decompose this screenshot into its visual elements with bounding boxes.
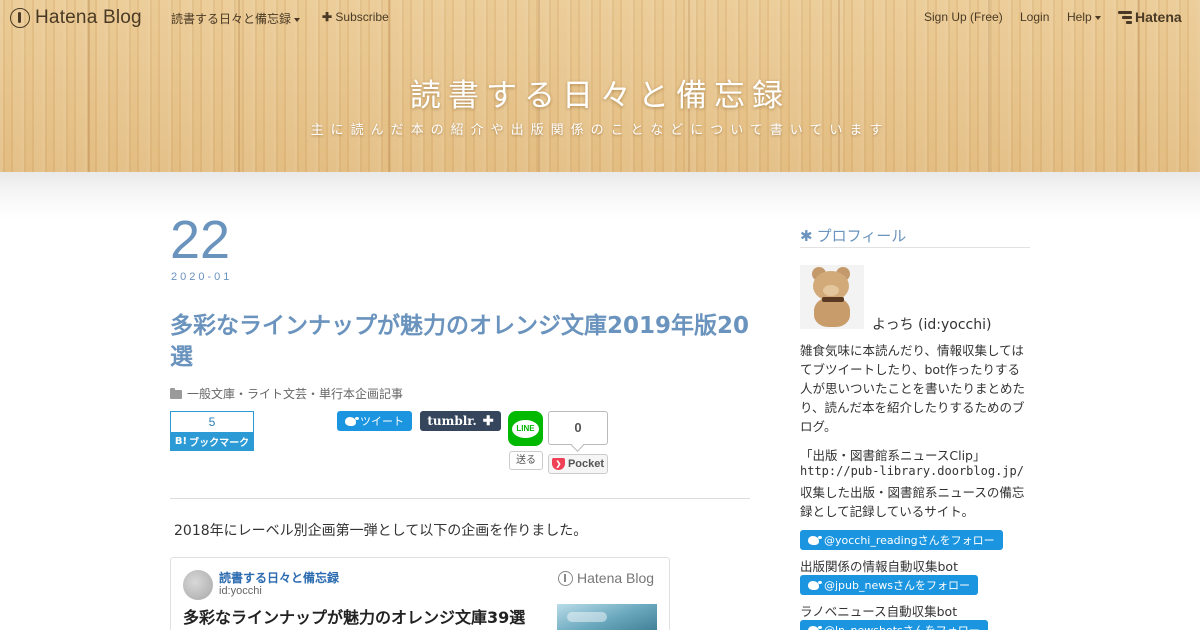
twitter-follow-button-2[interactable]: @jpub_newsさんをフォロー — [800, 575, 978, 595]
follow-label-1: @yocchi_readingさんをフォロー — [824, 534, 995, 547]
pocket-label: Pocket — [567, 458, 605, 470]
plus-icon: ✚ — [322, 10, 333, 24]
line-bubble-icon: LINE — [512, 419, 539, 438]
card-user-id: id:yocchi — [219, 585, 262, 597]
card-hatena-blog-logo: Hatena Blog — [558, 570, 654, 586]
avatar — [183, 570, 213, 600]
hatena-logo[interactable]: Hatena — [1118, 9, 1182, 25]
twitter-bird-icon — [345, 416, 359, 426]
profile-heading-label: プロフィール — [816, 227, 907, 245]
pocket-save-button[interactable]: ❯ Pocket — [548, 454, 608, 474]
card-thumbnail[interactable] — [557, 604, 657, 630]
help-dropdown[interactable]: Help — [1067, 10, 1101, 24]
follow-label-2: @jpub_newsさんをフォロー — [824, 579, 970, 592]
hatena-bookmark-text: ブックマーク — [189, 438, 250, 449]
pocket-icon: ❯ — [551, 458, 565, 470]
hatena-mark-icon — [1118, 10, 1132, 24]
hatena-bookmark-count[interactable]: 5 — [170, 411, 254, 432]
blog-title[interactable]: 読書する日々と備忘録 — [0, 70, 1200, 115]
tumblr-share-button[interactable]: tumblr. ✚ — [420, 411, 501, 431]
tweet-label: ツイート — [360, 415, 404, 428]
bot1-label: 出版関係の情報自動収集bot — [800, 559, 958, 574]
hatena-blog-logo-icon — [558, 570, 573, 586]
entry-divider — [170, 498, 750, 499]
hatena-bookmark-label: B! ブックマーク — [170, 432, 254, 451]
hatena-bookmark-button[interactable]: 5 B! ブックマーク — [170, 411, 254, 451]
subscribe-button[interactable]: ✚ Subscribe — [322, 10, 389, 24]
twitter-follow-button-3[interactable]: @ln_newsbotsさんをフォロー — [800, 620, 988, 630]
clip-title: 「出版・図書館系ニュースClip」 — [800, 448, 986, 463]
hatena-blog-logo-text: Hatena Blog — [35, 7, 142, 28]
category-link[interactable]: 一般文庫・ライト文芸・単行本企画記事 — [187, 385, 403, 402]
global-topbar: Hatena Blog 読書する日々と備忘録 ✚ Subscribe Sign … — [0, 0, 1200, 36]
card-brand-text: Hatena Blog — [577, 570, 655, 586]
clip-description: 収集した出版・図書館系ニュースの備忘録として記録しているサイト。 — [800, 485, 1025, 519]
tweet-button[interactable]: ツイート — [337, 411, 412, 431]
signup-link[interactable]: Sign Up (Free) — [924, 10, 1003, 24]
pocket-count: 0 — [548, 411, 608, 445]
hatena-logo-text: Hatena — [1135, 9, 1182, 25]
chevron-down-icon — [1094, 15, 1101, 20]
line-logo-text: LINE — [516, 424, 535, 433]
twitter-bird-icon — [808, 535, 822, 545]
hatena-bookmark-icon: B! — [174, 436, 188, 447]
twitter-follow-button-1[interactable]: @yocchi_readingさんをフォロー — [800, 530, 1003, 550]
embedded-blog-card[interactable]: 読書する日々と備忘録 id:yocchi Hatena Blog 多彩なラインナ… — [170, 557, 670, 630]
follow-label-3: @ln_newsbotsさんをフォロー — [824, 622, 980, 630]
entry-category: 一般文庫・ライト文芸・単行本企画記事 — [170, 385, 403, 402]
bot2-label: ラノベニュース自動収集bot — [800, 604, 958, 619]
entry-date-day[interactable]: 22 — [170, 208, 230, 272]
blog-menu-label: 読書する日々と備忘録 — [171, 12, 292, 26]
chevron-down-icon — [294, 17, 301, 22]
asterisk-icon: ✱ — [800, 226, 813, 245]
profile-heading-rule — [800, 247, 1030, 248]
folder-icon — [170, 387, 182, 399]
profile-avatar[interactable] — [800, 265, 864, 329]
line-share-icon[interactable]: LINE — [508, 411, 543, 446]
clip-url-link[interactable]: http://pub-library.doorblog.jp/ — [800, 464, 1024, 478]
card-blog-name[interactable]: 読書する日々と備忘録 — [219, 569, 339, 586]
profile-bio: 雑食気味に本読んだり、情報収集してはてブツイートしたり、bot作ったりする人が思… — [800, 343, 1026, 434]
entry-intro-text: 2018年にレーベル別企画第一弾として以下の企画を作りました。 — [174, 523, 588, 539]
card-entry-title[interactable]: 多彩なラインナップが魅力のオレンジ文庫39選 — [183, 604, 525, 628]
login-link[interactable]: Login — [1020, 10, 1049, 24]
entry-title[interactable]: 多彩なラインナップが魅力のオレンジ文庫2019年版20選 — [170, 311, 750, 373]
twitter-bird-icon — [808, 625, 822, 630]
entry-date-year-month[interactable]: 2020-01 — [171, 271, 232, 283]
line-send-button[interactable]: 送る — [509, 451, 543, 470]
blog-description: 主に読んだ本の紹介や出版関係のことなどについて書いています — [310, 123, 890, 138]
tumblr-label: tumblr. — [427, 414, 477, 428]
hatena-blog-logo[interactable]: Hatena Blog — [10, 6, 142, 30]
hatena-blog-logo-icon — [10, 8, 30, 28]
subscribe-label: Subscribe — [335, 10, 389, 24]
profile-heading: ✱ プロフィール — [800, 225, 906, 246]
help-label: Help — [1067, 10, 1092, 24]
tumblr-plus-icon: ✚ — [482, 413, 494, 428]
profile-name[interactable]: よっち (id:yocchi) — [872, 314, 991, 334]
twitter-bird-icon — [808, 580, 822, 590]
blog-menu-dropdown[interactable]: 読書する日々と備忘録 — [171, 10, 301, 27]
